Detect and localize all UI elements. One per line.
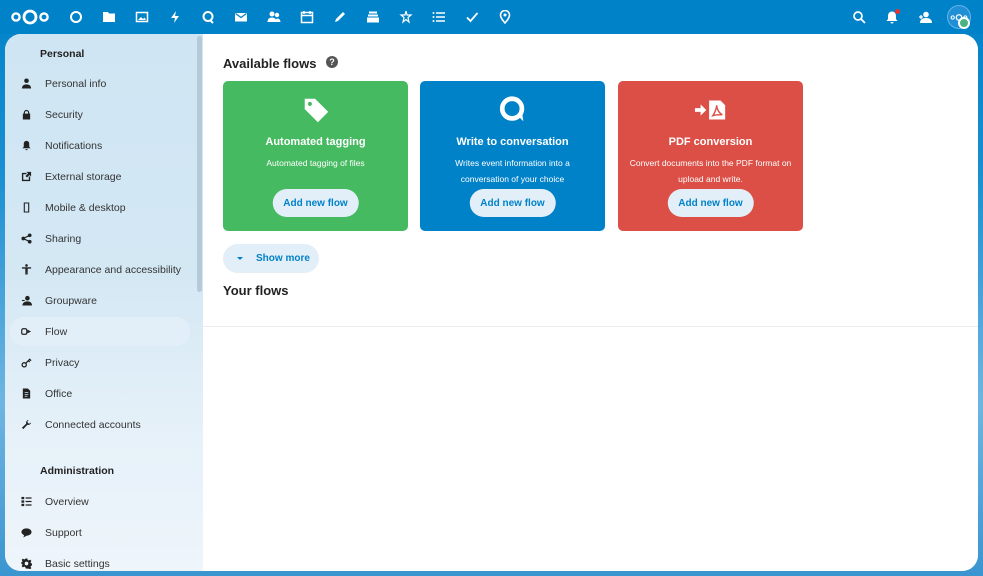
card-description: Convert documents into the PDF format on… [629, 158, 792, 184]
sidebar-item-notifications[interactable]: Notifications [10, 131, 190, 160]
settings-sidebar: Personal Personal info Security Notifica… [5, 34, 203, 571]
caret-down-icon [237, 257, 243, 260]
sidebar-item-label: Security [45, 108, 83, 121]
bell-icon [19, 139, 33, 153]
overview-list-icon [19, 495, 33, 509]
contacts-menu-icon[interactable] [916, 8, 934, 26]
share-icon [19, 232, 33, 246]
sidebar-item-support[interactable]: Support [10, 518, 190, 547]
top-bar [0, 0, 983, 34]
sidebar-item-label: Overview [45, 495, 89, 508]
tag-icon [223, 94, 408, 126]
image-icon[interactable] [133, 8, 151, 26]
administration-heading: Administration [40, 465, 115, 477]
help-icon[interactable]: ? [326, 56, 338, 68]
app-frame: Personal Personal info Security Notifica… [5, 34, 978, 571]
sidebar-item-external-storage[interactable]: External storage [10, 162, 190, 191]
sidebar-item-label: Office [45, 387, 73, 400]
sidebar-item-sharing[interactable]: Sharing [10, 224, 190, 253]
sidebar-item-groupware[interactable]: Groupware [10, 286, 190, 315]
sidebar-item-label: Sharing [45, 232, 82, 245]
accessibility-icon [19, 263, 33, 277]
sidebar-scrollbar[interactable] [197, 36, 202, 292]
sidebar-item-privacy[interactable]: Privacy [10, 348, 190, 377]
sidebar-item-personal-info[interactable]: Personal info [10, 69, 190, 98]
sidebar-item-label: Basic settings [45, 557, 110, 570]
sidebar-item-label: Connected accounts [45, 418, 141, 431]
flow-card-write-to-conversation: Write to conversation Writes event infor… [420, 81, 605, 231]
card-description: Writes event information into a conversa… [455, 158, 570, 184]
notifications-icon[interactable] [883, 8, 901, 26]
flow-card-pdf-conversion: PDF conversion Convert documents into th… [618, 81, 803, 231]
main-content: Available flows ? Automated tagging Auto… [203, 34, 978, 571]
list-icon[interactable] [430, 8, 448, 26]
document-icon [19, 387, 33, 401]
dashboard-icon[interactable] [67, 8, 85, 26]
sidebar-item-basic-settings[interactable]: Basic settings [10, 549, 190, 571]
deck-icon[interactable] [364, 8, 382, 26]
phone-icon [19, 201, 33, 215]
online-status-icon [958, 17, 970, 29]
wrench-icon [19, 418, 33, 432]
sidebar-item-label: Appearance and accessibility [45, 263, 181, 276]
add-new-flow-button[interactable]: Add new flow [272, 189, 359, 217]
pdf-convert-icon [618, 94, 803, 126]
card-title: Automated tagging [265, 136, 366, 148]
lightning-icon[interactable] [166, 8, 184, 26]
sidebar-item-label: Notifications [45, 139, 103, 152]
sidebar-item-label: External storage [45, 170, 122, 183]
available-flows-title: Available flows [223, 56, 317, 71]
show-more-label: Show more [256, 253, 310, 264]
contacts-icon[interactable] [265, 8, 283, 26]
chat-bubble-icon [19, 526, 33, 540]
folder-icon[interactable] [100, 8, 118, 26]
mail-icon[interactable] [232, 8, 250, 26]
group-icon [19, 294, 33, 308]
talk-icon[interactable] [199, 8, 217, 26]
sidebar-item-overview[interactable]: Overview [10, 487, 190, 516]
add-new-flow-button[interactable]: Add new flow [469, 189, 556, 217]
flow-card-automated-tagging: Automated tagging Automated tagging of f… [223, 81, 408, 231]
card-title: PDF conversion [668, 136, 753, 148]
lock-icon [19, 108, 33, 122]
map-pin-icon[interactable] [496, 8, 514, 26]
your-flows-title: Your flows [223, 283, 289, 298]
show-more-button[interactable]: Show more [223, 244, 319, 273]
sparkle-icon[interactable] [397, 8, 415, 26]
card-description: Automated tagging of files [266, 158, 365, 168]
user-icon [19, 77, 33, 91]
sidebar-item-office[interactable]: Office [10, 379, 190, 408]
sidebar-item-flow[interactable]: Flow [10, 317, 190, 346]
sidebar-item-label: Mobile & desktop [45, 201, 126, 214]
checkmark-icon[interactable] [463, 8, 481, 26]
personal-heading: Personal [40, 48, 85, 60]
talk-icon [420, 94, 605, 126]
nextcloud-logo[interactable] [10, 8, 50, 26]
card-title: Write to conversation [456, 136, 569, 148]
sidebar-item-label: Groupware [45, 294, 97, 307]
sidebar-item-connected-accounts[interactable]: Connected accounts [10, 410, 190, 439]
add-new-flow-button[interactable]: Add new flow [667, 189, 754, 217]
pencil-icon[interactable] [331, 8, 349, 26]
search-icon[interactable] [850, 8, 868, 26]
key-icon [19, 356, 33, 370]
notification-badge [895, 9, 900, 14]
calendar-icon[interactable] [298, 8, 316, 26]
gear-icon [19, 557, 33, 571]
external-link-icon [19, 170, 33, 184]
sidebar-item-label: Personal info [45, 77, 107, 90]
sidebar-item-appearance[interactable]: Appearance and accessibility [10, 255, 190, 284]
sidebar-item-label: Flow [45, 325, 68, 338]
sidebar-item-label: Support [45, 526, 82, 539]
sidebar-item-label: Privacy [45, 356, 80, 369]
flow-icon [19, 325, 33, 339]
sidebar-item-mobile-desktop[interactable]: Mobile & desktop [10, 193, 190, 222]
divider [203, 326, 978, 327]
sidebar-item-security[interactable]: Security [10, 100, 190, 129]
